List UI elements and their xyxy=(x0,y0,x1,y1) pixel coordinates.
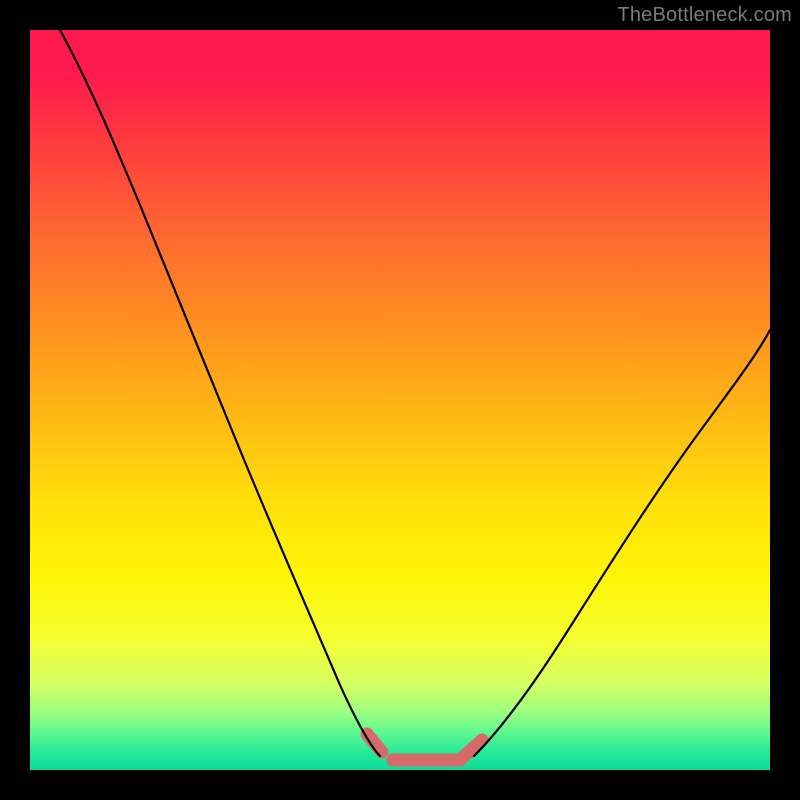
left-branch-curve xyxy=(60,30,380,756)
chart-frame: TheBottleneck.com xyxy=(0,0,800,800)
watermark-text: TheBottleneck.com xyxy=(617,4,792,27)
right-branch-curve xyxy=(474,330,770,756)
chart-curves xyxy=(30,30,770,770)
